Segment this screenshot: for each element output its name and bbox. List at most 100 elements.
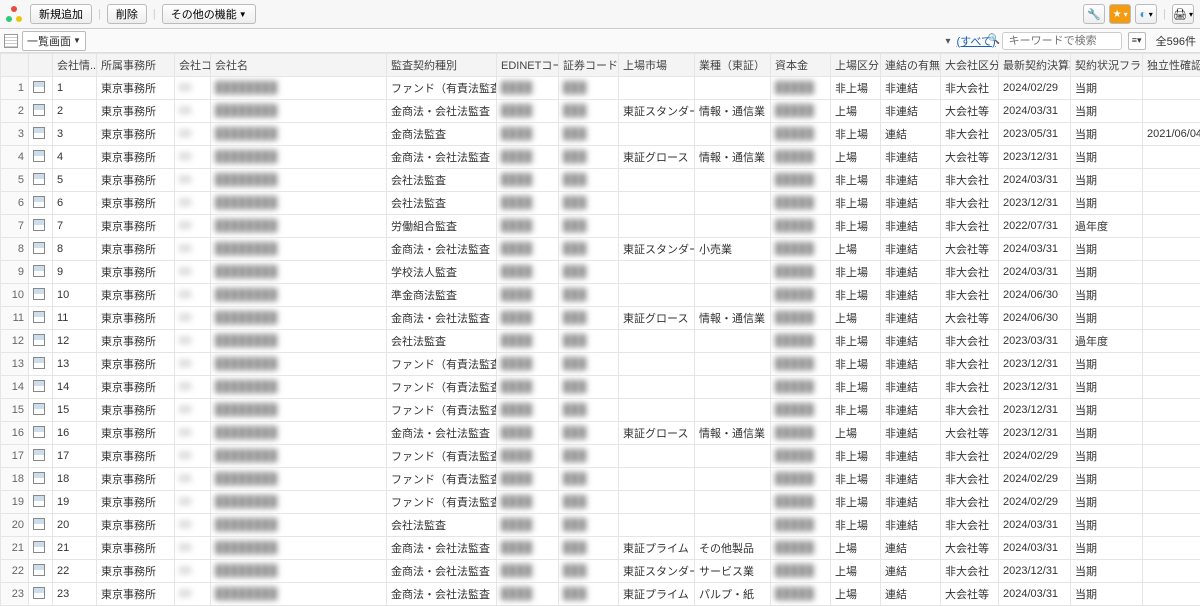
row-icon[interactable]: [29, 284, 53, 307]
row-icon[interactable]: [29, 146, 53, 169]
cell-status: 当期: [1071, 353, 1143, 376]
row-icon[interactable]: [29, 261, 53, 284]
col-indep[interactable]: 独立性確認日: [1143, 54, 1200, 77]
col-sec[interactable]: 証券コード: [559, 54, 619, 77]
table-row[interactable]: 1313東京事務所00████████ファンド（有責法監査）██████████…: [1, 353, 1200, 376]
table-row[interactable]: 11東京事務所00████████ファンド（有責法監査）████████████…: [1, 77, 1200, 100]
col-edinet[interactable]: EDINETコード: [497, 54, 559, 77]
col-large[interactable]: 大会社区分: [941, 54, 999, 77]
cell-close: 2024/06/30: [999, 284, 1071, 307]
row-icon[interactable]: [29, 468, 53, 491]
table-row[interactable]: 66東京事務所00████████会社法監査████████████非上場非連結…: [1, 192, 1200, 215]
cell-edinet: ████: [497, 192, 559, 215]
cell-office: 東京事務所: [97, 169, 175, 192]
chart-button[interactable]: ▾: [1135, 4, 1157, 24]
table-row[interactable]: 1212東京事務所00████████会社法監査████████████非上場非…: [1, 330, 1200, 353]
table-row[interactable]: 1616東京事務所00████████金商法・会社法監査███████東証グロー…: [1, 422, 1200, 445]
row-icon[interactable]: [29, 353, 53, 376]
row-number: 14: [1, 376, 29, 399]
cell-indep: [1143, 100, 1200, 123]
cell-audit: 金商法・会社法監査: [387, 146, 497, 169]
row-icon[interactable]: [29, 192, 53, 215]
row-icon[interactable]: [29, 583, 53, 606]
view-selector[interactable]: 一覧画面▼: [22, 31, 86, 51]
table-row[interactable]: 2121東京事務所00████████金商法・会社法監査███████東証プライ…: [1, 537, 1200, 560]
table-row[interactable]: 99東京事務所00████████学校法人監査████████████非上場非連…: [1, 261, 1200, 284]
table-row[interactable]: 1010東京事務所00████████準金商法監査████████████非上場…: [1, 284, 1200, 307]
cell-market: [619, 261, 695, 284]
col-office[interactable]: 所属事務所: [97, 54, 175, 77]
col-capital[interactable]: 資本金: [771, 54, 831, 77]
row-icon[interactable]: [29, 376, 53, 399]
cell-info: 1: [53, 77, 97, 100]
row-icon[interactable]: [29, 123, 53, 146]
delete-button[interactable]: 削除: [107, 4, 147, 24]
col-listing[interactable]: 上場区分: [831, 54, 881, 77]
col-code[interactable]: 会社コ...: [175, 54, 211, 77]
cell-sec: ███: [559, 169, 619, 192]
table-row[interactable]: 44東京事務所00████████金商法・会社法監査███████東証グロース情…: [1, 146, 1200, 169]
table-row[interactable]: 33東京事務所00████████金商法監査████████████非上場連結非…: [1, 123, 1200, 146]
table-row[interactable]: 1818東京事務所00████████ファンド（有責法監査）██████████…: [1, 468, 1200, 491]
row-icon[interactable]: [29, 399, 53, 422]
list-options-button[interactable]: ≡▾: [1128, 32, 1146, 50]
row-icon[interactable]: [29, 445, 53, 468]
col-market[interactable]: 上場市場: [619, 54, 695, 77]
document-icon: [33, 196, 45, 208]
row-icon[interactable]: [29, 215, 53, 238]
document-icon: [33, 127, 45, 139]
cell-indep: [1143, 261, 1200, 284]
table-row[interactable]: 1717東京事務所00████████ファンド（有責法監査）██████████…: [1, 445, 1200, 468]
cell-capital: █████: [771, 192, 831, 215]
print-button[interactable]: ▾: [1172, 4, 1194, 24]
filter-icon[interactable]: [945, 35, 950, 47]
row-icon[interactable]: [29, 514, 53, 537]
cell-name: ████████: [211, 445, 387, 468]
search-input[interactable]: [1002, 32, 1122, 50]
col-info[interactable]: 会社情...: [53, 54, 97, 77]
cell-code: 00: [175, 238, 211, 261]
col-close[interactable]: 最新契約決算期: [999, 54, 1071, 77]
row-icon[interactable]: [29, 491, 53, 514]
table-row[interactable]: 1111東京事務所00████████金商法・会社法監査███████東証グロー…: [1, 307, 1200, 330]
row-icon[interactable]: [29, 238, 53, 261]
cell-sec: ███: [559, 422, 619, 445]
other-functions-button[interactable]: その他の機能▼: [162, 4, 256, 24]
favorite-button[interactable]: ▾: [1109, 4, 1131, 24]
row-icon[interactable]: [29, 169, 53, 192]
row-icon[interactable]: [29, 560, 53, 583]
document-icon: [33, 541, 45, 553]
cell-listing: 上場: [831, 307, 881, 330]
table-row[interactable]: 55東京事務所00████████会社法監査████████████非上場非連結…: [1, 169, 1200, 192]
table-row[interactable]: 1414東京事務所00████████ファンド（有責法監査）██████████…: [1, 376, 1200, 399]
table-row[interactable]: 88東京事務所00████████金商法・会社法監査███████東証スタンダー…: [1, 238, 1200, 261]
col-name[interactable]: 会社名: [211, 54, 387, 77]
cell-name: ████████: [211, 537, 387, 560]
col-consolidated[interactable]: 連結の有無: [881, 54, 941, 77]
row-icon[interactable]: [29, 330, 53, 353]
col-status[interactable]: 契約状況フラグ: [1071, 54, 1143, 77]
table-row[interactable]: 22東京事務所00████████金商法・会社法監査███████東証スタンダー…: [1, 100, 1200, 123]
table-row[interactable]: 2323東京事務所00████████金商法・会社法監査███████東証プライ…: [1, 583, 1200, 606]
cell-code: 00: [175, 468, 211, 491]
cell-consolidated: 連結: [881, 560, 941, 583]
settings-button[interactable]: [1083, 4, 1105, 24]
table-row[interactable]: 1919東京事務所00████████ファンド（有責法監査）██████████…: [1, 491, 1200, 514]
row-icon[interactable]: [29, 537, 53, 560]
cell-audit: 会社法監査: [387, 514, 497, 537]
row-icon[interactable]: [29, 422, 53, 445]
table-row[interactable]: 77東京事務所00████████労働組合監査████████████非上場非連…: [1, 215, 1200, 238]
row-icon[interactable]: [29, 77, 53, 100]
row-icon[interactable]: [29, 307, 53, 330]
add-button[interactable]: 新規追加: [30, 4, 92, 24]
col-rownum[interactable]: [1, 54, 29, 77]
col-industry[interactable]: 業種（東証）: [695, 54, 771, 77]
col-icon[interactable]: [29, 54, 53, 77]
table-row[interactable]: 2020東京事務所00████████会社法監査████████████非上場非…: [1, 514, 1200, 537]
cell-large: 大会社等: [941, 307, 999, 330]
row-icon[interactable]: [29, 100, 53, 123]
cell-name: ████████: [211, 330, 387, 353]
table-row[interactable]: 2222東京事務所00████████金商法・会社法監査███████東証スタン…: [1, 560, 1200, 583]
col-audit[interactable]: 監査契約種別: [387, 54, 497, 77]
table-row[interactable]: 1515東京事務所00████████ファンド（有責法監査）██████████…: [1, 399, 1200, 422]
